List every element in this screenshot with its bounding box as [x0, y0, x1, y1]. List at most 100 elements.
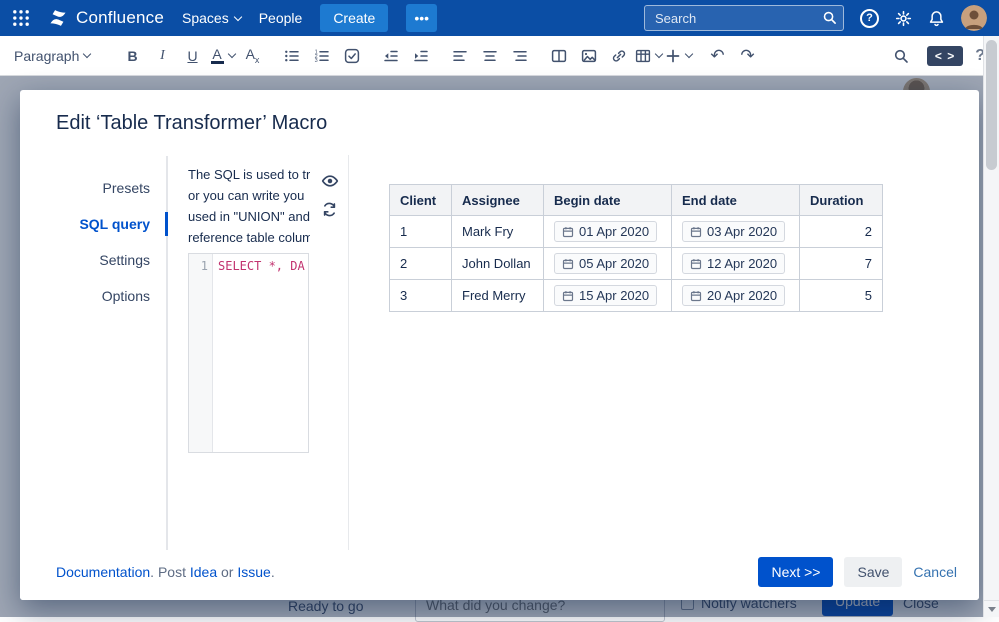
col-header-begin-date: Begin date: [543, 184, 672, 216]
refresh-icon: [323, 202, 336, 217]
align-center-button[interactable]: [476, 42, 503, 70]
issue-link[interactable]: Issue: [237, 564, 270, 580]
tab-presets[interactable]: Presets: [20, 170, 166, 206]
scrollbar-thumb[interactable]: [986, 40, 997, 170]
settings-gear-icon[interactable]: [895, 10, 912, 27]
indent-button[interactable]: [407, 42, 434, 70]
paragraph-style-dropdown[interactable]: Paragraph: [14, 42, 106, 70]
svg-text:3: 3: [314, 58, 317, 64]
search-icon[interactable]: [822, 10, 837, 25]
insert-link-button[interactable]: [605, 42, 632, 70]
plus-icon: [666, 49, 680, 62]
outdent-button[interactable]: [377, 42, 404, 70]
align-left-button[interactable]: [446, 42, 473, 70]
idea-link[interactable]: Idea: [190, 564, 217, 580]
align-right-button[interactable]: [506, 42, 533, 70]
align-left-icon: [452, 50, 467, 61]
italic-icon: I: [160, 47, 165, 63]
description-line: The SQL is used to tr: [188, 167, 310, 182]
undo-button[interactable]: ↶: [704, 42, 731, 70]
cell-begin-date: 05 Apr 2020: [543, 247, 672, 280]
cell-assignee: John Dollan: [451, 247, 544, 280]
nav-people[interactable]: People: [259, 10, 303, 26]
create-button-label: Create: [333, 10, 376, 26]
preview-table-panel: Client Assignee Begin date End date Dura…: [389, 184, 883, 312]
task-list-button[interactable]: [338, 42, 365, 70]
create-button[interactable]: Create: [320, 4, 389, 32]
help-icon[interactable]: ?: [860, 8, 879, 28]
nav-search: [644, 5, 844, 31]
eye-icon: [321, 175, 339, 187]
source-editor-button[interactable]: < >: [926, 45, 964, 66]
chevron-down-icon: [227, 49, 236, 59]
chevron-down-icon: [83, 49, 92, 59]
tab-sql-query[interactable]: SQL query: [20, 206, 168, 242]
preview-table: Client Assignee Begin date End date Dura…: [389, 184, 883, 312]
cell-end-date: 03 Apr 2020: [671, 215, 800, 248]
confluence-brand[interactable]: Confluence: [48, 8, 164, 28]
preview-eye-button[interactable]: [321, 172, 339, 190]
underline-button[interactable]: U: [179, 42, 206, 70]
page-layout-icon: [551, 49, 566, 62]
top-nav: Confluence Spaces People Create ••• ?: [0, 0, 999, 36]
redo-button[interactable]: ↷: [734, 42, 761, 70]
notifications-bell-icon[interactable]: [928, 10, 945, 27]
line-number: 1: [200, 259, 208, 273]
date-chip: 20 Apr 2020: [682, 285, 786, 306]
bullet-list-icon: [284, 50, 299, 61]
indent-icon: [413, 50, 428, 61]
description-line: reference table colum: [188, 230, 310, 245]
documentation-link[interactable]: Documentation: [56, 564, 150, 580]
more-formatting-button[interactable]: Ax: [239, 42, 266, 70]
page-layout-button[interactable]: [545, 42, 572, 70]
bold-button[interactable]: B: [119, 42, 146, 70]
date-chip: 15 Apr 2020: [554, 285, 658, 306]
calendar-icon: [690, 258, 702, 269]
insert-more-button[interactable]: [665, 42, 694, 70]
create-more-button[interactable]: •••: [406, 4, 438, 32]
save-button[interactable]: Save: [844, 557, 903, 587]
search-input[interactable]: [644, 5, 844, 31]
col-header-duration: Duration: [799, 184, 883, 216]
cell-client: 3: [389, 279, 452, 312]
vertical-scrollbar[interactable]: [983, 36, 999, 617]
chevron-down-icon: [654, 49, 664, 59]
bold-icon: B: [127, 47, 138, 64]
image-icon: [581, 49, 596, 62]
cell-begin-date: 15 Apr 2020: [543, 279, 672, 312]
calendar-icon: [690, 290, 702, 301]
tab-options[interactable]: Options: [20, 278, 166, 314]
user-avatar[interactable]: [961, 5, 987, 31]
cell-client: 1: [389, 215, 452, 248]
insert-image-button[interactable]: [575, 42, 602, 70]
sql-code-editor[interactable]: 1 SELECT *, DA: [188, 253, 309, 453]
cell-end-date: 20 Apr 2020: [671, 279, 800, 312]
brand-name: Confluence: [76, 8, 165, 27]
paragraph-style-label: Paragraph: [14, 47, 80, 64]
help-glyph: ?: [866, 12, 873, 24]
chevron-down-icon: [684, 49, 694, 59]
cell-client: 2: [389, 247, 452, 280]
nav-spaces[interactable]: Spaces: [182, 10, 242, 26]
refresh-sync-button[interactable]: [321, 201, 339, 218]
apps-grid-icon[interactable]: [12, 9, 30, 27]
task-list-icon: [344, 48, 359, 63]
editor-search-button[interactable]: [888, 42, 915, 70]
bullet-list-button[interactable]: [278, 42, 305, 70]
nav-spaces-label: Spaces: [182, 10, 229, 26]
tab-settings[interactable]: Settings: [20, 242, 166, 278]
edit-macro-dialog: Edit ‘Table Transformer’ Macro Presets S…: [20, 90, 979, 600]
link-icon: [612, 49, 625, 62]
italic-button[interactable]: I: [149, 42, 176, 70]
next-button[interactable]: Next >>: [758, 557, 834, 587]
numbered-list-button[interactable]: 123: [308, 42, 335, 70]
confluence-logo-icon: [48, 8, 68, 28]
date-chip: 05 Apr 2020: [554, 253, 658, 274]
text-color-button[interactable]: A: [209, 42, 236, 70]
cancel-button[interactable]: Cancel: [913, 564, 957, 580]
cell-duration: 2: [799, 215, 883, 248]
footer-links: Documentation. Post Idea or Issue.: [56, 564, 275, 580]
scrollbar-down-button[interactable]: [984, 600, 999, 617]
insert-table-button[interactable]: [635, 42, 664, 70]
panel-divider: [348, 155, 349, 555]
